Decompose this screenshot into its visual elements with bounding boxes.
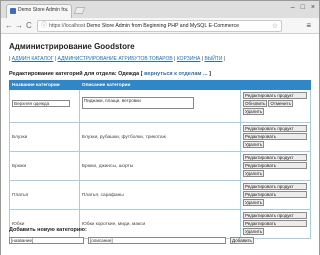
edit-button[interactable]: Редактировать [243,162,307,169]
edit-products-button[interactable]: Редактировать продукт [243,212,307,219]
delete-button[interactable]: Удалить [243,108,265,115]
category-name: Блузки [9,122,80,152]
browser-tab[interactable]: Demo Store Admin fr... × [6,4,72,18]
header-actions [240,80,311,90]
edit-products-button[interactable]: Редактировать продукт [243,125,307,132]
category-description: Блузки, рубашки, футболки, трикотаж [78,122,242,152]
browser-menu-icon[interactable]: ≡ [306,20,311,31]
edit-button[interactable]: Редактировать [243,191,307,198]
edit-button[interactable]: Редактировать [243,133,307,140]
table-row: Юбки Юбки короткие, миди, макси Редактир… [9,209,311,239]
address-bar-row: ← → C ⓘ https://localhost Demo Store Adm… [1,18,319,34]
close-window-button[interactable]: × [311,3,315,13]
delete-button[interactable]: Удалить [243,141,265,148]
back-to-departments-link[interactable]: вернуться к отделам ... [143,71,207,77]
add-category-title: Добавить новую категорию: [9,227,87,233]
edit-desc-cell: Пиджаки, плащи, ветровки [78,89,242,123]
add-category-button[interactable]: Добавить [230,237,254,244]
nav-separator: | [174,56,176,62]
table-row: Брюки Брюки, джинсы, шорты Редактировать… [9,151,311,181]
section-title-text: Редактирование категорий для отдела: Оде… [9,71,143,77]
edit-name-cell: Верхняя одежда [9,89,80,123]
category-name: Брюки [9,151,80,181]
category-description: Платья, сарафаны [78,180,242,210]
nav-separator: | [201,56,204,62]
nav-link-attributes[interactable]: АДМИНИСТРИРОВАНИЕ АТРИБУТОВ ТОВАРОВ [58,56,173,62]
url-host: https://localhost [49,23,86,29]
header-name: Название категории [9,80,80,90]
table-row-editing: Верхняя одежда Пиджаки, плащи, ветровки … [9,89,311,123]
url-page-title: Demo Store Admin from Beginning PHP and … [85,23,240,29]
edit-products-button[interactable]: Редактировать продукт [243,183,307,190]
row-actions: Редактировать продукт Редактировать Удал… [240,122,311,152]
edit-actions-cell: Редактировать продукт Обновить Отменить … [240,89,311,123]
category-name: Платья [9,180,80,210]
category-description: Брюки, джинсы, шорты [78,151,242,181]
nav-link-logout[interactable]: ВЫЙТИ [204,56,222,62]
new-category-name-input[interactable]: [название] [9,237,84,244]
nav-link-catalog[interactable]: АДМИН КАТАЛОГ [12,56,54,62]
forward-button[interactable]: → [15,20,23,31]
edit-button[interactable]: Редактировать [243,220,307,227]
tab-close-icon[interactable]: × [64,6,68,15]
section-title: Редактирование категорий для отдела: Оде… [9,71,211,77]
nav-link-cart[interactable]: КОРЗИНА [177,56,201,62]
category-name: Юбки [9,209,80,239]
table-header-row: Название категории Описание категории [9,80,311,90]
admin-nav: | АДМИН КАТАЛОГ | АДМИНИСТРИРОВАНИЕ АТРИ… [9,56,225,62]
delete-button[interactable]: Удалить [243,228,265,235]
page-content: Администрирование Goodstore | АДМИН КАТА… [1,35,319,255]
tab-bar: Demo Store Admin fr... × – □ × [1,1,319,18]
back-button[interactable]: ← [5,20,13,31]
section-title-end: ] [207,71,211,77]
tab-title: Demo Store Admin fr... [18,7,69,13]
new-category-description-input[interactable]: [описание] [88,237,226,244]
update-button[interactable]: Обновить [243,100,268,107]
cancel-button[interactable]: Отменить [268,100,293,107]
page-title: Администрирование Goodstore [9,42,135,51]
window-controls: – □ × [291,3,315,13]
page-info-icon: ⓘ [41,23,48,29]
nav-bracket: | [223,56,226,62]
nav-bracket: | [9,56,11,62]
reload-button[interactable]: C [26,20,32,31]
url-input[interactable]: ⓘ https://localhost Demo Store Admin fro… [37,20,282,32]
favicon-icon [10,8,16,14]
new-tab-button[interactable] [73,7,86,14]
category-name-input[interactable]: Верхняя одежда [12,100,70,107]
delete-button[interactable]: Удалить [243,170,265,177]
categories-table: Название категории Описание категории Ве… [9,80,311,239]
row-actions: Редактировать продукт Редактировать Удал… [240,151,311,181]
row-actions: Редактировать продукт Редактировать Удал… [240,209,311,239]
header-description: Описание категории [78,80,242,90]
delete-button[interactable]: Удалить [243,199,265,206]
category-description: Юбки короткие, миди, макси [78,209,242,239]
edit-products-button[interactable]: Редактировать продукт [243,92,307,99]
edit-products-button[interactable]: Редактировать продукт [243,154,307,161]
browser-window: Demo Store Admin fr... × – □ × ← → C ⓘ h… [0,0,320,255]
maximize-button[interactable]: □ [301,3,305,13]
url-text: https://localhost Demo Store Admin from … [49,23,239,29]
row-actions: Редактировать продукт Редактировать Удал… [240,180,311,210]
bookmark-star-icon[interactable]: ☆ [272,22,278,31]
update-cancel-group: Обновить Отменить [243,100,308,108]
table-row: Платья Платья, сарафаны Редактировать пр… [9,180,311,210]
table-row: Блузки Блузки, рубашки, футболки, трикот… [9,122,311,152]
category-description-textarea[interactable]: Пиджаки, плащи, ветровки [81,97,194,109]
nav-separator: | [54,56,57,62]
minimize-button[interactable]: – [291,3,295,13]
